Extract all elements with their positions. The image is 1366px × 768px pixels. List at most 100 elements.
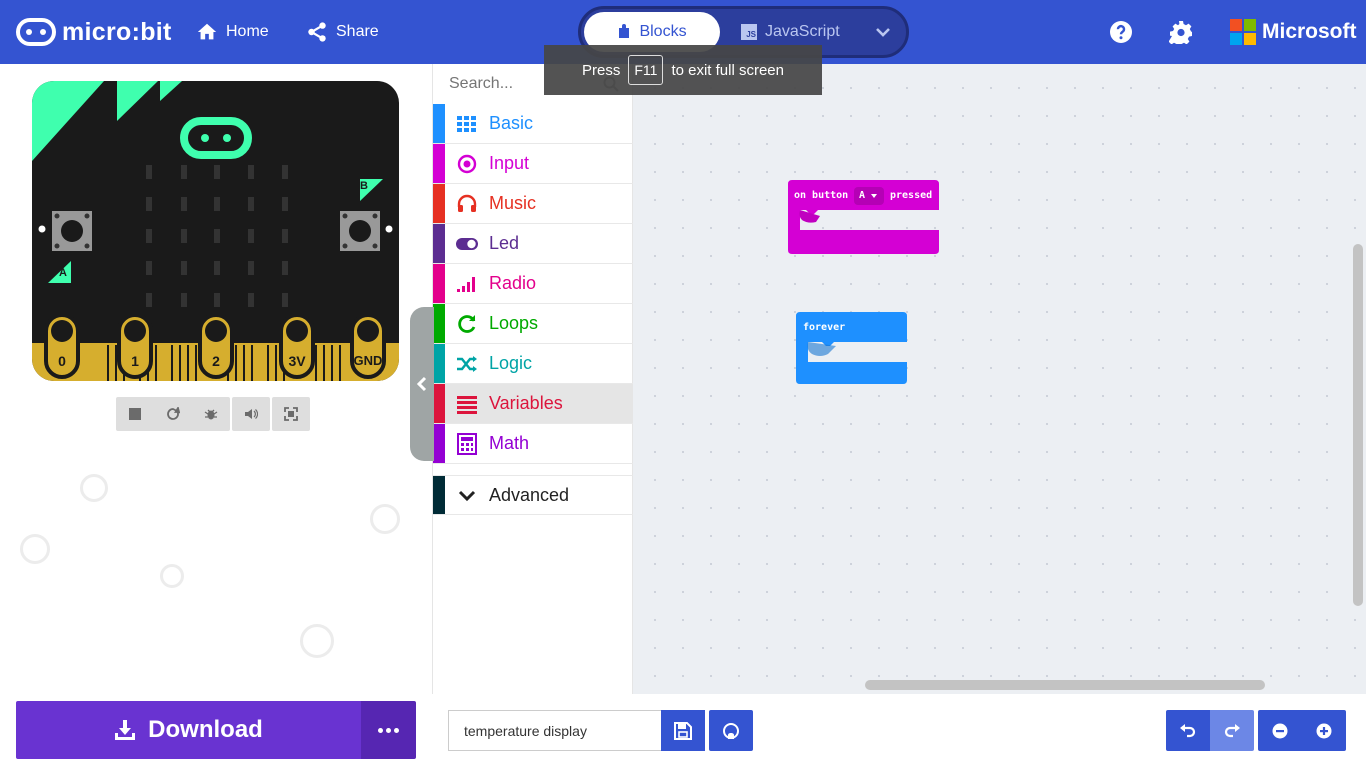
chevron-left-icon bbox=[416, 376, 427, 392]
category-basic[interactable]: Basic bbox=[433, 104, 633, 144]
background-pattern bbox=[20, 534, 50, 564]
category-label: Music bbox=[489, 193, 537, 213]
category-music[interactable]: Music bbox=[433, 184, 633, 224]
grid-icon bbox=[445, 113, 489, 135]
fullscreen-button[interactable] bbox=[272, 397, 310, 431]
category-color-bar bbox=[433, 144, 445, 183]
block-forever[interactable]: forever bbox=[796, 312, 907, 384]
zoom-out-icon bbox=[1272, 723, 1288, 738]
save-button[interactable] bbox=[661, 710, 705, 751]
list-lines-icon bbox=[445, 393, 489, 415]
download-button[interactable]: Download bbox=[16, 701, 361, 759]
fullscreen-icon bbox=[284, 407, 298, 421]
microbit-board[interactable]: A B 0 1 2 3V GND bbox=[32, 81, 399, 381]
stop-icon bbox=[129, 408, 141, 420]
block-on-button-pressed[interactable]: on button A pressed bbox=[788, 180, 939, 254]
background-pattern bbox=[160, 564, 184, 588]
category-advanced[interactable]: Advanced bbox=[433, 475, 633, 515]
background-pattern bbox=[370, 504, 400, 534]
category-label: Led bbox=[489, 233, 520, 253]
restart-button[interactable] bbox=[154, 397, 192, 431]
stop-button[interactable] bbox=[116, 397, 154, 431]
simulator-control-group bbox=[232, 397, 270, 431]
category-input[interactable]: Input bbox=[433, 144, 633, 184]
zoom-in-button[interactable] bbox=[1302, 710, 1346, 751]
block-label: on button bbox=[794, 190, 849, 201]
microsoft-logo[interactable]: Microsoft bbox=[1230, 19, 1357, 45]
block-label: pressed bbox=[890, 190, 933, 201]
category-color-bar bbox=[433, 224, 445, 263]
blocks-workspace[interactable]: on button A pressed forever bbox=[633, 64, 1366, 694]
vertical-scrollbar[interactable] bbox=[1353, 244, 1363, 606]
button-dropdown[interactable]: A bbox=[859, 190, 865, 201]
puzzle-icon bbox=[619, 24, 630, 38]
microbit-logo[interactable]: micro:bit bbox=[16, 16, 172, 48]
redo-button[interactable] bbox=[1210, 710, 1254, 751]
debug-button[interactable] bbox=[192, 397, 230, 431]
share-button[interactable]: Share bbox=[306, 18, 379, 46]
category-label: Variables bbox=[489, 393, 563, 413]
pin-label: 2 bbox=[212, 353, 220, 369]
pin-label: 1 bbox=[131, 353, 139, 369]
button-b-label: B bbox=[360, 180, 368, 192]
target-icon bbox=[445, 153, 489, 175]
collapse-simulator-button[interactable] bbox=[410, 307, 434, 461]
fullscreen-tooltip: Press F11 to exit full screen bbox=[544, 45, 822, 95]
help-icon[interactable] bbox=[1109, 20, 1133, 44]
tooltip-suffix: to exit full screen bbox=[671, 61, 784, 79]
microsoft-squares-icon bbox=[1230, 19, 1256, 45]
refresh-icon bbox=[445, 313, 489, 335]
undo-icon bbox=[1180, 723, 1196, 737]
share-icon bbox=[308, 22, 326, 42]
category-led[interactable]: Led bbox=[433, 224, 633, 264]
home-label: Home bbox=[226, 23, 269, 40]
board-graphic bbox=[32, 81, 399, 381]
category-logic[interactable]: Logic bbox=[433, 344, 633, 384]
chevron-down-icon[interactable] bbox=[874, 23, 892, 41]
ellipsis-icon bbox=[378, 727, 383, 733]
category-color-bar bbox=[433, 384, 445, 423]
undo-button[interactable] bbox=[1166, 710, 1210, 751]
button-a-label: A bbox=[59, 267, 67, 279]
block-label: forever bbox=[803, 322, 846, 333]
shuffle-icon bbox=[445, 353, 489, 375]
horizontal-scrollbar[interactable] bbox=[865, 680, 1265, 690]
category-label: Radio bbox=[489, 273, 537, 293]
category-label: Math bbox=[489, 433, 530, 453]
pin-label: 3V bbox=[288, 353, 306, 369]
redo-icon bbox=[1224, 723, 1240, 737]
save-icon bbox=[674, 721, 692, 740]
category-variables[interactable]: Variables bbox=[433, 384, 633, 424]
category-loops[interactable]: Loops bbox=[433, 304, 633, 344]
simulator-control-group bbox=[272, 397, 310, 431]
category-color-bar bbox=[433, 184, 445, 223]
category-label: Advanced bbox=[489, 484, 570, 505]
home-icon bbox=[197, 23, 217, 40]
github-button[interactable] bbox=[709, 710, 753, 751]
sound-icon bbox=[245, 409, 258, 419]
javascript-label: JavaScript bbox=[765, 23, 840, 40]
signal-bars-icon bbox=[445, 273, 489, 295]
download-more-button[interactable] bbox=[361, 701, 416, 759]
category-label: Logic bbox=[489, 353, 533, 373]
microbit-logo-icon bbox=[16, 18, 56, 46]
tooltip-key: F11 bbox=[628, 55, 664, 85]
category-color-bar bbox=[433, 264, 445, 303]
category-radio[interactable]: Radio bbox=[433, 264, 633, 304]
download-icon bbox=[115, 720, 136, 740]
microsoft-label: Microsoft bbox=[1262, 20, 1357, 43]
project-name-input[interactable] bbox=[448, 710, 661, 751]
calculator-icon bbox=[445, 432, 489, 455]
brand-name: micro:bit bbox=[62, 17, 172, 46]
js-icon: JS bbox=[741, 24, 757, 40]
bottom-toolbar: Download bbox=[0, 694, 1366, 768]
category-math[interactable]: Math bbox=[433, 424, 633, 464]
home-button[interactable]: Home bbox=[196, 18, 269, 46]
gear-icon[interactable] bbox=[1169, 20, 1193, 44]
toolbox: Basic Input Music Led Radio Loops Logic … bbox=[432, 64, 633, 694]
category-color-bar bbox=[433, 476, 445, 514]
debug-icon bbox=[204, 409, 218, 420]
zoom-out-button[interactable] bbox=[1258, 710, 1302, 751]
sound-button[interactable] bbox=[232, 397, 270, 431]
toggle-icon bbox=[445, 233, 489, 255]
